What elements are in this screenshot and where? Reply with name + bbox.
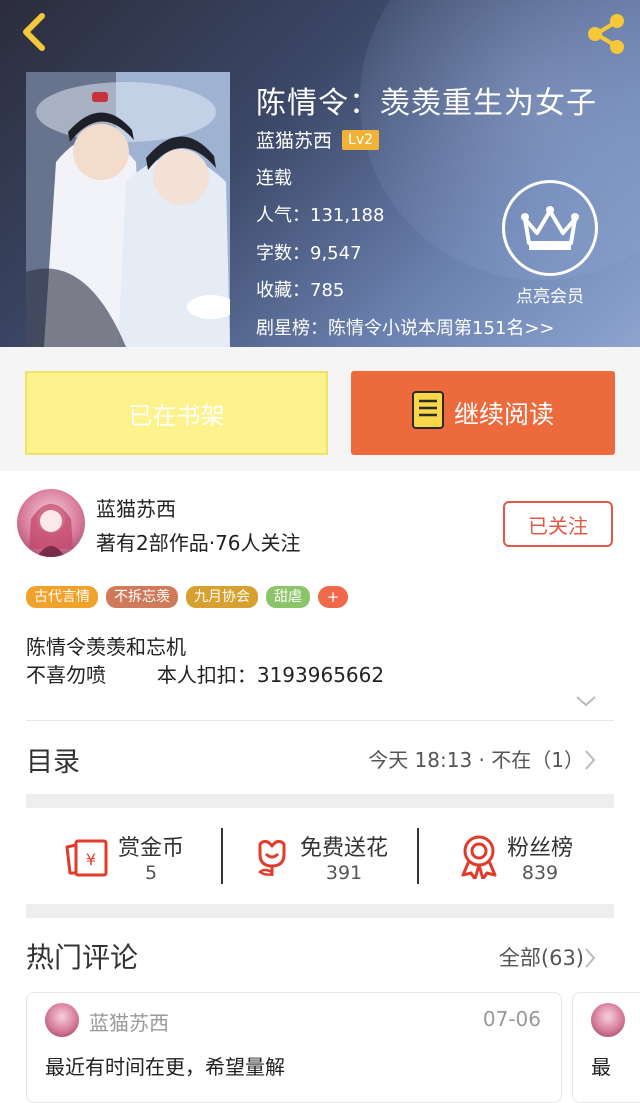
fan-ranking-text: 粉丝榜 839 xyxy=(507,830,573,884)
vip-label: 点亮会员 xyxy=(516,287,584,307)
author-section: 蓝猫苏西 著有2部作品·76人关注 已关注 古代言情 不拆忘羡 九月协会 甜虐 … xyxy=(0,471,640,721)
tag-item[interactable]: 甜虐 xyxy=(266,586,310,608)
tag-item[interactable]: 九月协会 xyxy=(186,586,258,608)
in-bookshelf-button[interactable]: 已在书架 xyxy=(25,371,328,455)
expand-intro-button[interactable] xyxy=(574,693,598,709)
vip-circle xyxy=(502,180,598,276)
free-flowers-label: 免费送花 xyxy=(299,836,388,861)
comment-text: 最近有时间在更，希望量解 xyxy=(45,1055,285,1079)
add-tag-button[interactable]: + xyxy=(318,586,348,608)
tag-list: 古代言情 不拆忘羡 九月协会 甜虐 + xyxy=(26,586,348,608)
continue-reading-label: 继续阅读 xyxy=(453,400,554,429)
vip-button[interactable]: 点亮会员 xyxy=(500,180,600,310)
avatar-illustration xyxy=(29,504,73,557)
fan-ranking-label: 粉丝榜 xyxy=(506,836,573,861)
comment-card[interactable]: 蓝猫苏西 07-06 最近有时间在更，希望量解 xyxy=(26,992,562,1103)
share-icon xyxy=(588,14,624,54)
tag-item[interactable]: 古代言情 xyxy=(26,586,98,608)
fan-ranking-button[interactable]: 粉丝榜 839 xyxy=(418,812,614,902)
fan-ranking-value: 839 xyxy=(521,862,559,884)
intro-line: 不喜勿喷 本人扣扣：3193965662 xyxy=(26,663,385,687)
back-button[interactable] xyxy=(14,10,54,54)
popularity-value: 131,188 xyxy=(310,205,385,226)
free-flowers-button[interactable]: 免费送花 391 xyxy=(222,812,418,902)
stat-divider xyxy=(221,828,223,884)
comments-title: 热门评论 xyxy=(26,941,139,974)
author-avatar[interactable] xyxy=(17,489,85,557)
comment-avatar[interactable] xyxy=(591,1003,625,1037)
book-icon xyxy=(411,391,444,435)
reward-coins-label: 赏金币 xyxy=(117,836,184,861)
author-line: 蓝猫苏西 Lv2 xyxy=(256,126,380,153)
crown-icon xyxy=(521,206,579,250)
red-envelope-icon: ¥ xyxy=(65,839,108,877)
book-intro: 陈情令羡羡和忘机不喜勿喷 本人扣扣：3193965662 xyxy=(26,633,384,689)
book-cover[interactable] xyxy=(26,72,230,347)
author-stats: 著有2部作品·76人关注 xyxy=(96,531,301,555)
continue-reading-button[interactable]: 继续阅读 xyxy=(351,371,615,455)
favorites-value: 785 xyxy=(310,280,345,301)
stats-row: ¥ 赏金币 5 免费送花 391 粉丝榜 839 xyxy=(26,812,614,902)
cover-illustration xyxy=(26,72,230,347)
in-bookshelf-label: 已在书架 xyxy=(128,401,225,430)
word-count-label: 字数： xyxy=(256,243,310,264)
flower-icon xyxy=(258,839,286,876)
comment-date: 07-06 xyxy=(482,1007,541,1031)
section-gap xyxy=(26,904,614,918)
favorites-row: 收藏：785 xyxy=(256,276,344,302)
comment-text: 最 xyxy=(591,1055,611,1079)
section-divider xyxy=(26,720,614,721)
level-badge: Lv2 xyxy=(342,129,380,150)
catalog-row[interactable]: 目录 今天 18:13 · 不在（1） xyxy=(0,722,640,794)
popularity-label: 人气： xyxy=(256,205,310,226)
svg-text:¥: ¥ xyxy=(86,850,96,869)
share-button[interactable] xyxy=(582,10,630,58)
comment-username[interactable]: 蓝猫苏西 xyxy=(89,1007,169,1036)
chevron-down-icon xyxy=(576,696,596,707)
stat-divider xyxy=(417,828,419,884)
reward-coins-text: 赏金币 5 xyxy=(118,830,184,884)
reward-coins-button[interactable]: ¥ 赏金币 5 xyxy=(26,812,222,902)
all-comments-link[interactable]: 全部(63) xyxy=(499,942,584,972)
serial-status: 连载 xyxy=(256,168,292,189)
book-title: 陈情令：羡羡重生为女子 xyxy=(256,86,597,121)
catalog-update-status: 今天 18:13 · 不在（1） xyxy=(368,748,584,772)
chevron-right-icon xyxy=(585,948,596,968)
comment-avatar[interactable] xyxy=(45,1003,79,1037)
free-flowers-value: 391 xyxy=(325,862,363,884)
catalog-title: 目录 xyxy=(26,747,80,778)
chevron-left-icon xyxy=(23,13,45,51)
free-flowers-text: 免费送花 391 xyxy=(300,830,388,884)
action-bar: 已在书架 继续阅读 xyxy=(0,347,640,471)
comments-header: 热门评论 全部(63) xyxy=(0,920,640,990)
book-header: 陈情令：羡羡重生为女子 蓝猫苏西 Lv2 连载 人气：131,188 字数：9,… xyxy=(0,0,640,347)
reward-coins-value: 5 xyxy=(144,862,158,884)
followed-button[interactable]: 已关注 xyxy=(503,501,613,547)
word-count-row: 字数：9,547 xyxy=(256,239,362,265)
popularity-row: 人气：131,188 xyxy=(256,201,384,227)
word-count-value: 9,547 xyxy=(310,243,362,264)
comment-card[interactable]: 最 xyxy=(572,992,640,1103)
author-link[interactable]: 蓝猫苏西 xyxy=(256,126,332,153)
author-name[interactable]: 蓝猫苏西 xyxy=(96,493,176,522)
ranking-link[interactable]: 剧星榜：陈情令小说本周第151名>> xyxy=(256,314,555,340)
favorites-label: 收藏： xyxy=(256,280,310,301)
section-gap xyxy=(26,794,614,808)
medal-icon xyxy=(461,835,497,879)
tag-item[interactable]: 不拆忘羡 xyxy=(106,586,178,608)
chevron-right-icon xyxy=(585,750,596,770)
intro-line: 陈情令羡羡和忘机 xyxy=(26,635,186,659)
followed-label: 已关注 xyxy=(528,513,588,538)
